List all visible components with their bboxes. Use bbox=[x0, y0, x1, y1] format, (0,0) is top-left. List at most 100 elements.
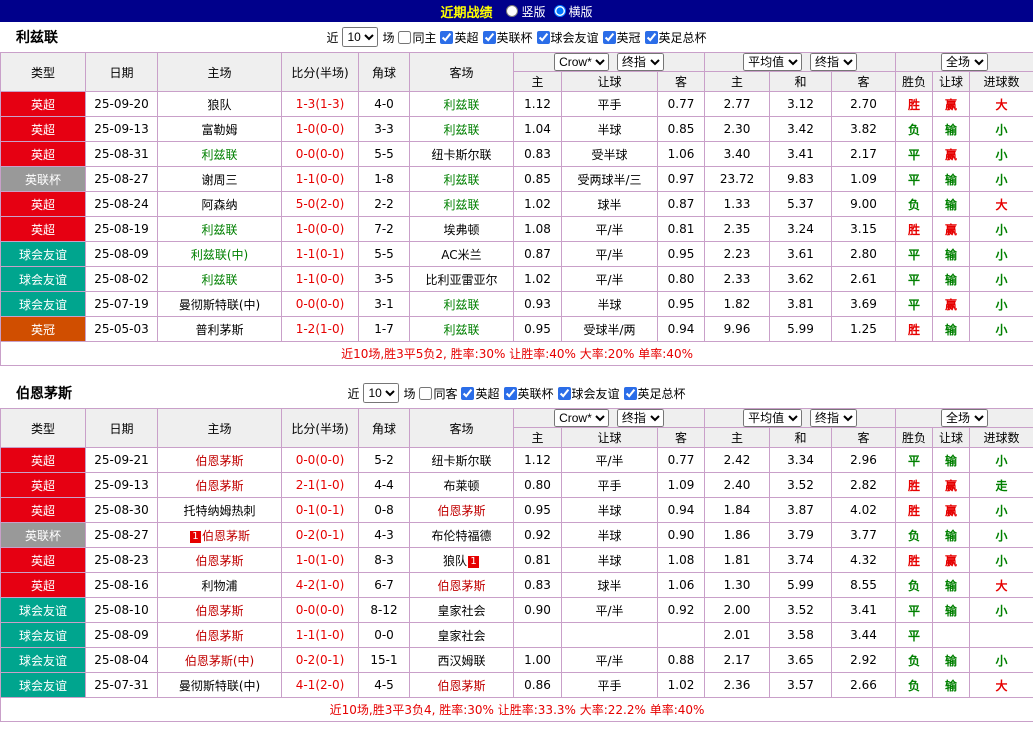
average-select[interactable]: 平均值 bbox=[743, 409, 802, 427]
home-team-name: 普利茅斯 bbox=[195, 323, 243, 337]
corner-cell: 0-0 bbox=[359, 623, 410, 648]
away-team-name: AC米兰 bbox=[441, 248, 481, 262]
home-team-cell: 富勒姆 bbox=[158, 117, 282, 142]
odds-away-cell: 0.77 bbox=[658, 448, 705, 473]
league-filter-球会友谊[interactable]: 球会友谊 bbox=[558, 385, 620, 402]
league-filter-英足总杯[interactable]: 英足总杯 bbox=[624, 385, 686, 402]
home-team-name: 曼彻斯特联(中) bbox=[179, 298, 260, 312]
avg-away-cell: 2.66 bbox=[832, 673, 896, 698]
col-header-corner: 角球 bbox=[359, 53, 410, 92]
recent-count-select[interactable]: 10 bbox=[363, 383, 399, 403]
final-odds-select-1[interactable]: 终指 bbox=[617, 409, 664, 427]
result-wdl-cell: 平 bbox=[896, 623, 933, 648]
corner-cell: 7-2 bbox=[359, 217, 410, 242]
result-wdl-cell: 平 bbox=[896, 448, 933, 473]
league-filter-球会友谊[interactable]: 球会友谊 bbox=[537, 29, 599, 46]
scope-select[interactable]: 全场 bbox=[941, 409, 988, 427]
odds-group-header: Crow* 终指 bbox=[514, 53, 705, 72]
league-filter-checkbox[interactable] bbox=[483, 31, 496, 44]
result-goals-cell: 小 bbox=[970, 267, 1033, 292]
league-filter-英足总杯[interactable]: 英足总杯 bbox=[645, 29, 707, 46]
league-filter-英冠[interactable]: 英冠 bbox=[603, 29, 641, 46]
final-odds-select-2[interactable]: 终指 bbox=[810, 409, 857, 427]
result-goals-cell: 小 bbox=[970, 117, 1033, 142]
league-filter-checkbox[interactable] bbox=[537, 31, 550, 44]
match-row: 球会友谊25-07-31曼彻斯特联(中)4-1(2-0)4-5伯恩茅斯0.86平… bbox=[1, 673, 1033, 698]
home-team-name: 利兹联 bbox=[201, 273, 237, 287]
avg-home-cell: 1.30 bbox=[705, 573, 770, 598]
league-filter-checkbox[interactable] bbox=[461, 387, 474, 400]
final-odds-select-1[interactable]: 终指 bbox=[617, 53, 664, 71]
league-filter-checkbox[interactable] bbox=[624, 387, 637, 400]
odds-home-cell: 0.81 bbox=[514, 548, 562, 573]
league-badge: 英联杯 bbox=[1, 523, 86, 548]
result-handicap-cell: 输 bbox=[933, 598, 970, 623]
result-wdl-cell: 胜 bbox=[896, 498, 933, 523]
away-team-name: 布莱顿 bbox=[443, 479, 479, 493]
league-filter-英超[interactable]: 英超 bbox=[461, 385, 499, 402]
league-filter-checkbox[interactable] bbox=[645, 31, 658, 44]
bournemouth-section: 伯恩茅斯 近 10 场 同客 英超英联杯球会友谊英足总杯 类型 日期 主场 bbox=[0, 378, 1033, 722]
league-filter-checkbox[interactable] bbox=[504, 387, 517, 400]
corner-cell: 6-7 bbox=[359, 573, 410, 598]
odds-away-cell: 0.92 bbox=[658, 598, 705, 623]
horizontal-layout-label: 横版 bbox=[569, 3, 593, 20]
same-venue-checkbox[interactable] bbox=[419, 387, 432, 400]
result-goals-cell: 小 bbox=[970, 448, 1033, 473]
scope-select[interactable]: 全场 bbox=[941, 53, 988, 71]
league-filter-label: 英超 bbox=[454, 29, 478, 46]
bookmaker-select[interactable]: Crow* bbox=[554, 53, 609, 71]
league-filter-label: 球会友谊 bbox=[551, 29, 599, 46]
summary-row: 近10场,胜3平3负4, 胜率:30% 让胜率:33.3% 大率:22.2% 单… bbox=[1, 698, 1033, 722]
league-filter-英联杯[interactable]: 英联杯 bbox=[504, 385, 554, 402]
vertical-layout-radio[interactable] bbox=[506, 5, 518, 17]
league-filter-checkbox[interactable] bbox=[603, 31, 616, 44]
avg-away-cell: 3.44 bbox=[832, 623, 896, 648]
same-venue-filter[interactable]: 同客 bbox=[419, 385, 457, 402]
corner-cell: 4-0 bbox=[359, 92, 410, 117]
odds-home-cell: 0.90 bbox=[514, 598, 562, 623]
odds-handicap-cell: 平/半 bbox=[562, 242, 658, 267]
same-venue-filter[interactable]: 同主 bbox=[398, 29, 436, 46]
avg-away-cell: 3.77 bbox=[832, 523, 896, 548]
avg-away-cell: 2.61 bbox=[832, 267, 896, 292]
bookmaker-select[interactable]: Crow* bbox=[554, 409, 609, 427]
result-goals-cell: 小 bbox=[970, 217, 1033, 242]
sub-header-odds-away: 客 bbox=[658, 428, 705, 448]
home-team-cell: 利兹联(中) bbox=[158, 242, 282, 267]
home-team-cell: 伯恩茅斯 bbox=[158, 623, 282, 648]
matches-table: 类型 日期 主场 比分(半场) 角球 客场 Crow* 终指 平均值 终指 全场 bbox=[0, 408, 1033, 722]
result-handicap-cell: 输 bbox=[933, 117, 970, 142]
final-odds-select-2[interactable]: 终指 bbox=[810, 53, 857, 71]
league-filter-checkbox[interactable] bbox=[440, 31, 453, 44]
league-filter-checkbox[interactable] bbox=[558, 387, 571, 400]
match-date: 25-08-10 bbox=[86, 598, 158, 623]
recent-count-select[interactable]: 10 bbox=[342, 27, 378, 47]
league-badge: 球会友谊 bbox=[1, 648, 86, 673]
match-date: 25-08-30 bbox=[86, 498, 158, 523]
away-team-name: 利兹联 bbox=[443, 298, 479, 312]
avg-away-cell: 3.41 bbox=[832, 598, 896, 623]
avg-home-cell: 1.82 bbox=[705, 292, 770, 317]
horizontal-layout-radio[interactable] bbox=[554, 5, 566, 17]
layout-option-vertical[interactable]: 竖版 bbox=[506, 3, 545, 20]
score-cell: 0-2(0-1) bbox=[282, 523, 359, 548]
result-handicap-cell: 赢 bbox=[933, 498, 970, 523]
odds-home-cell: 1.08 bbox=[514, 217, 562, 242]
avg-draw-cell: 3.24 bbox=[770, 217, 832, 242]
score-cell: 4-2(1-0) bbox=[282, 573, 359, 598]
result-wdl-cell: 平 bbox=[896, 598, 933, 623]
avg-draw-cell: 3.52 bbox=[770, 473, 832, 498]
score-cell: 0-0(0-0) bbox=[282, 598, 359, 623]
average-group-header: 平均值 终指 bbox=[705, 409, 896, 428]
league-filter-英超[interactable]: 英超 bbox=[440, 29, 478, 46]
same-venue-checkbox[interactable] bbox=[398, 31, 411, 44]
col-header-type: 类型 bbox=[1, 53, 86, 92]
home-team-name: 利兹联 bbox=[201, 223, 237, 237]
result-wdl-cell: 平 bbox=[896, 167, 933, 192]
layout-option-horizontal[interactable]: 横版 bbox=[554, 3, 593, 20]
average-select[interactable]: 平均值 bbox=[743, 53, 802, 71]
away-team-cell: 皇家社会 bbox=[410, 623, 514, 648]
league-filter-英联杯[interactable]: 英联杯 bbox=[483, 29, 533, 46]
home-team-cell: 普利茅斯 bbox=[158, 317, 282, 342]
